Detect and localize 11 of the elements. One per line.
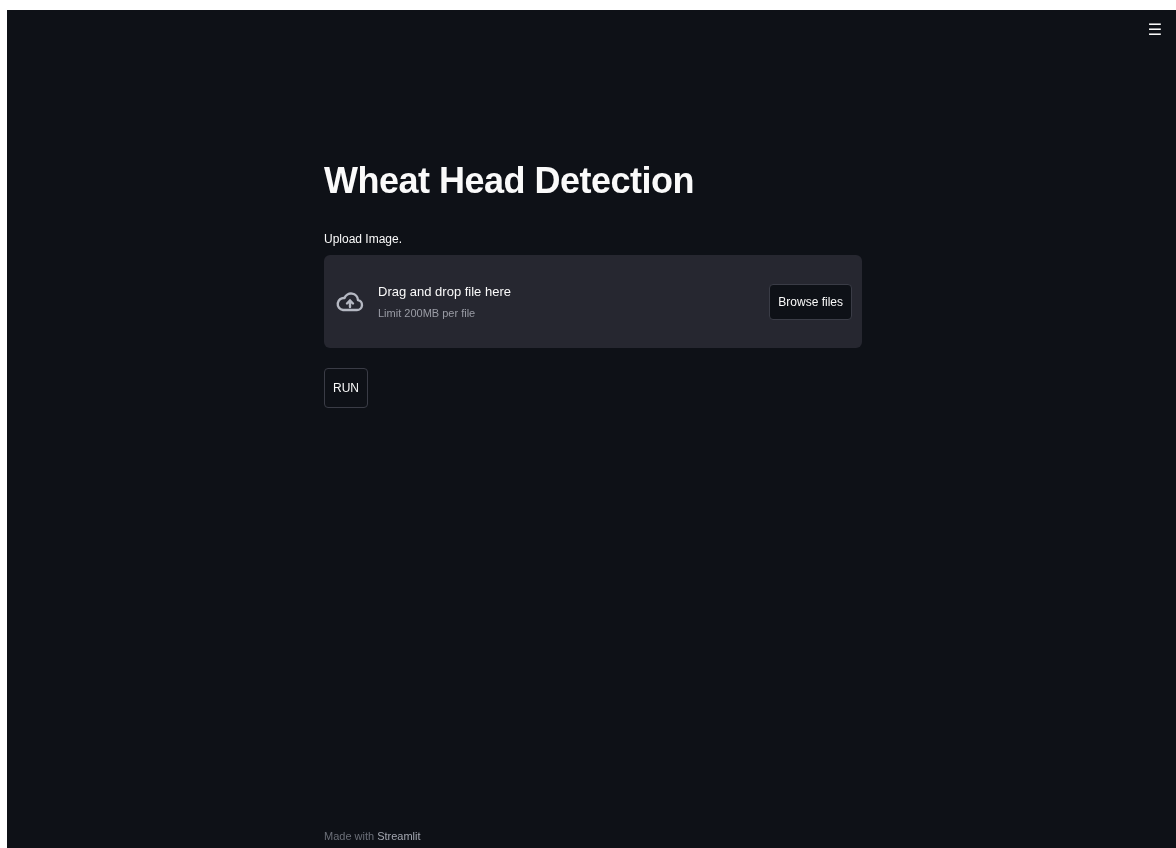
file-size-limit: Limit 200MB per file bbox=[378, 307, 477, 319]
menu-button[interactable]: ☰ bbox=[1143, 14, 1166, 44]
run-button[interactable]: RUN bbox=[324, 368, 368, 408]
uploader-label: Upload Image. bbox=[324, 232, 404, 246]
dropzone-instruction: Drag and drop file here bbox=[378, 284, 512, 299]
page-title: Wheat Head Detection bbox=[324, 160, 696, 202]
browse-files-button[interactable]: Browse files bbox=[769, 283, 852, 320]
footer-text: Made with bbox=[324, 830, 375, 842]
cloud-upload-icon bbox=[336, 289, 364, 314]
streamlit-link[interactable]: Streamlit bbox=[377, 830, 421, 842]
file-dropzone[interactable]: Drag and drop file here Limit 200MB per file Browse files bbox=[324, 255, 862, 348]
